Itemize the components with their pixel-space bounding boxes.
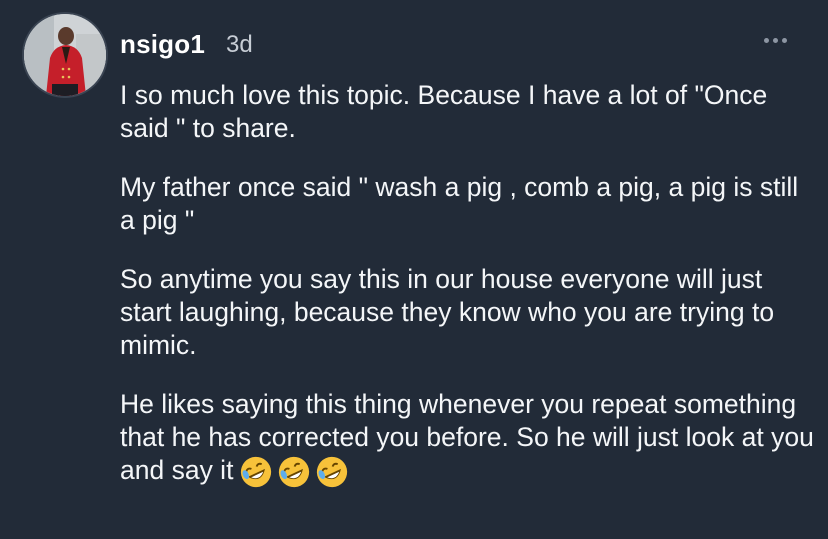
username[interactable]: nsigo1 <box>120 29 205 60</box>
comment-paragraph-last: He likes saying this thing whenever you … <box>120 388 820 489</box>
comment-paragraph: I so much love this topic. Because I hav… <box>120 80 768 143</box>
avatar[interactable] <box>24 14 106 96</box>
more-options-icon[interactable] <box>764 38 787 43</box>
rolling-on-floor-laughing-emoji <box>279 456 310 488</box>
comment-paragraph: My father once said " wash a pig , comb … <box>120 172 799 235</box>
rolling-on-floor-laughing-emoji <box>317 456 348 488</box>
avatar-image <box>24 14 106 96</box>
timestamp: 3d <box>226 31 253 58</box>
rolling-on-floor-laughing-emoji <box>241 456 272 488</box>
comment-paragraph-text: He likes saying this thing whenever you … <box>120 389 814 485</box>
comment-body: I so much love this topic. Because I hav… <box>120 79 820 515</box>
comment-paragraph: So anytime you say this in our house eve… <box>120 264 775 360</box>
emoji-row <box>239 455 353 489</box>
